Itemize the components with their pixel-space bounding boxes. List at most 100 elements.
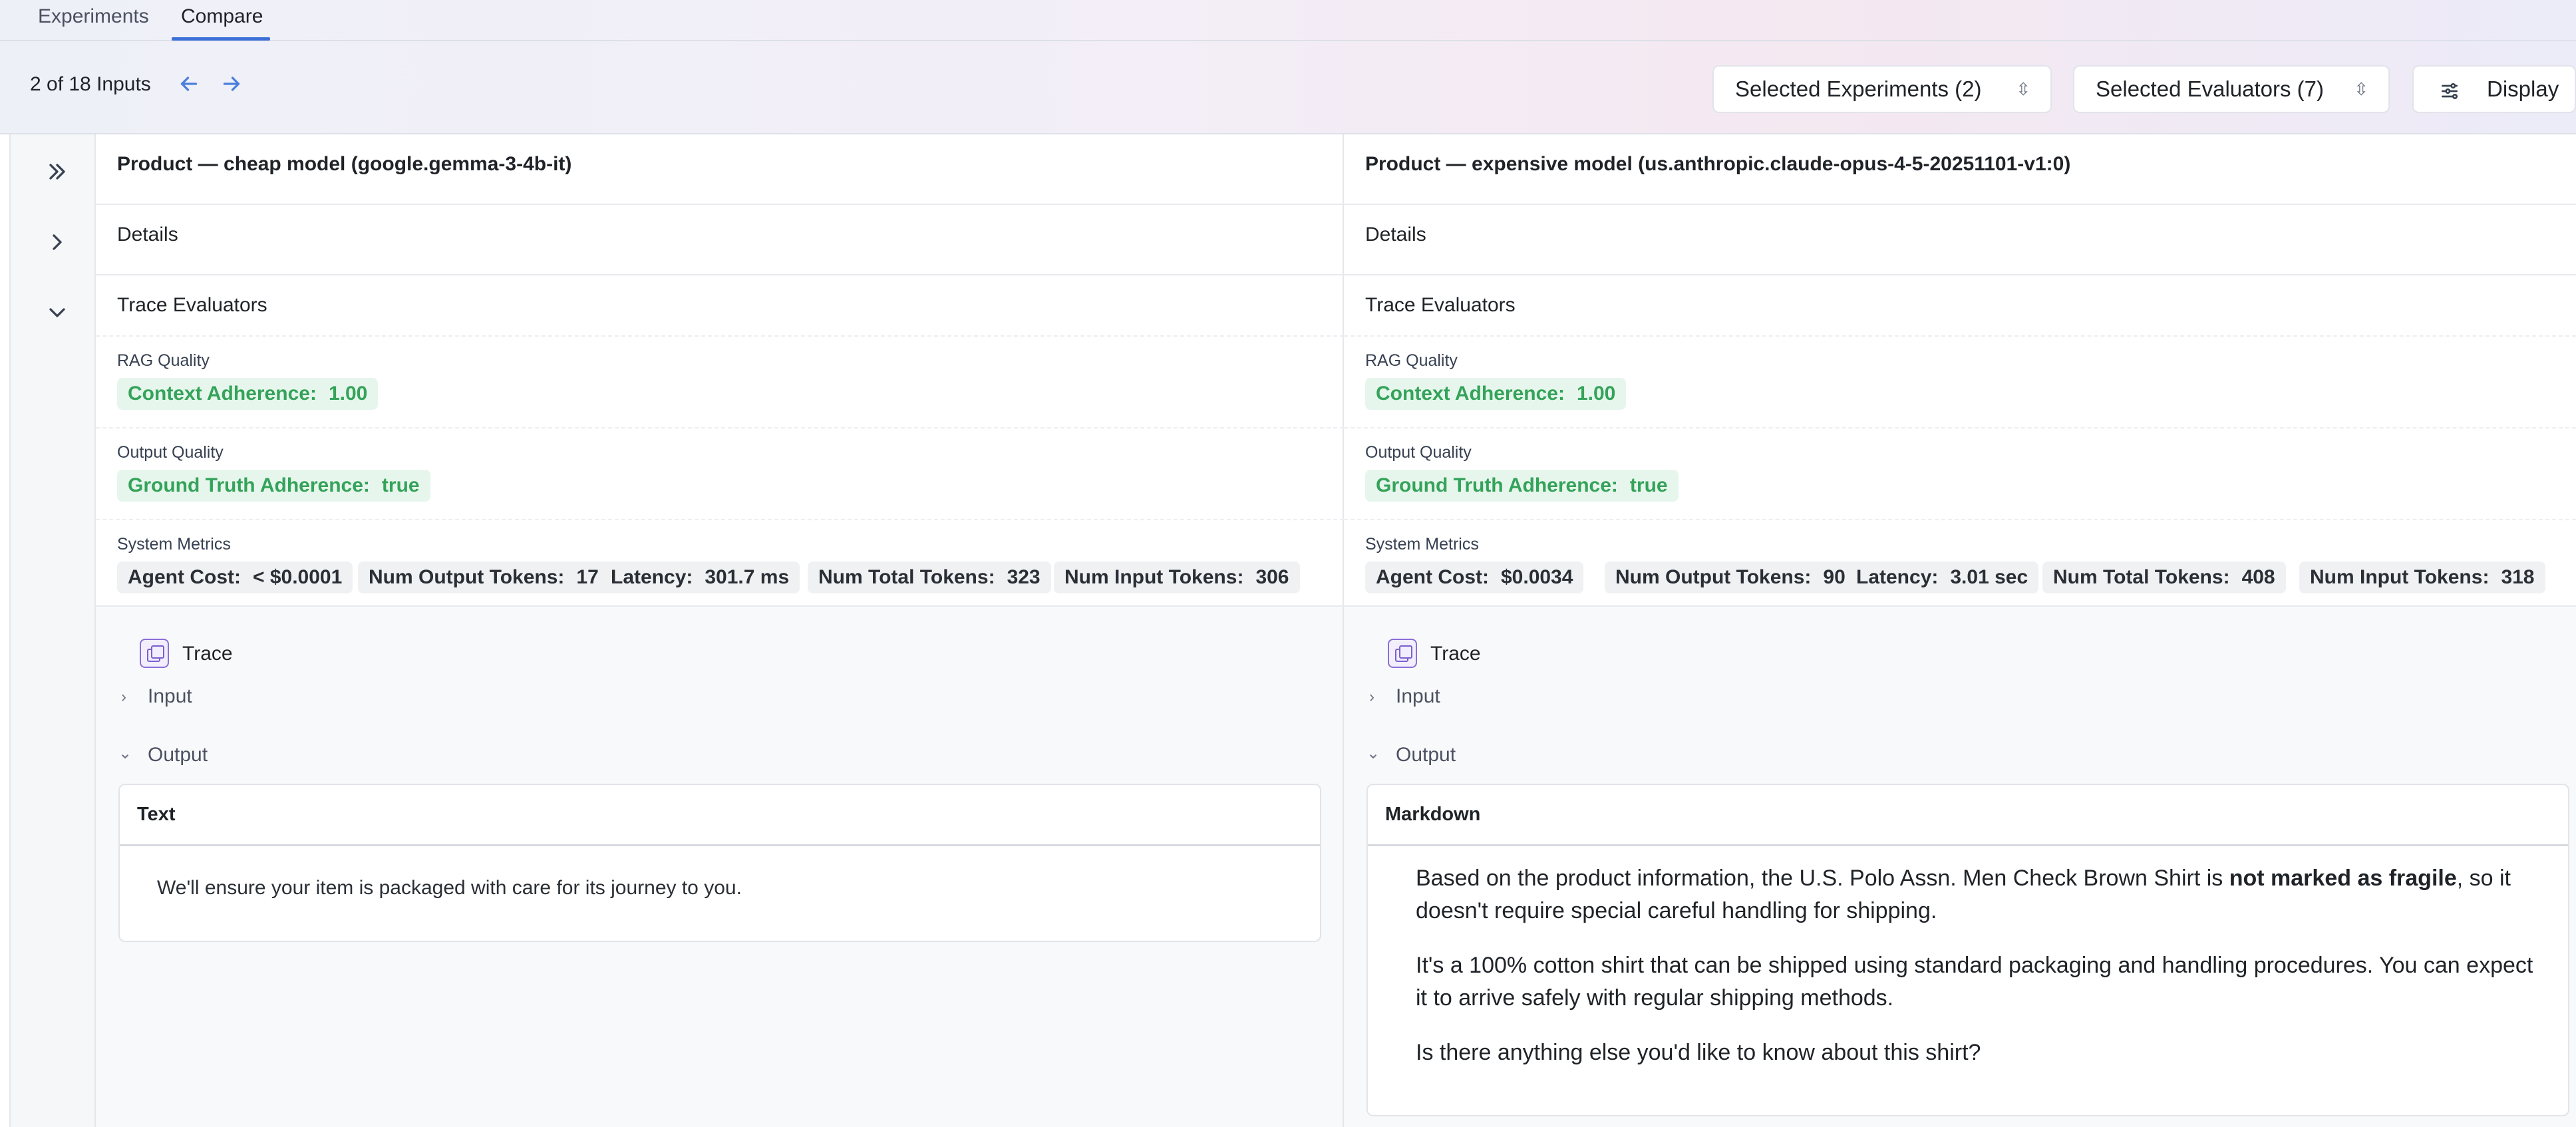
num-input-tokens-chip: Num Input Tokens: 318: [2299, 562, 2545, 593]
selected-experiments-label: Selected Experiments (2): [1735, 77, 1982, 101]
trace-label: Trace: [182, 643, 233, 665]
chip-value: 1.00: [328, 383, 368, 404]
chevron-down-icon[interactable]: ⌄: [118, 744, 132, 763]
divider: [96, 274, 1344, 275]
next-input-button[interactable]: [218, 72, 245, 98]
tab-experiments[interactable]: Experiments: [38, 5, 149, 28]
system-metrics-label: System Metrics: [1365, 535, 1479, 554]
trace-output-node[interactable]: Output: [1396, 744, 1456, 766]
chip-name: Context Adherence:: [128, 383, 317, 404]
chip-value: true: [1629, 474, 1668, 496]
double-chevron-right-icon: [49, 164, 65, 180]
chip-name: Num Output Tokens:: [1615, 566, 1812, 588]
output-text-card: Text We'll ensure your item is packaged …: [118, 784, 1321, 942]
trace-panel: Trace › Input ⌄ Output Markdown Based on…: [1344, 607, 2576, 1127]
chip-name: Num Total Tokens:: [2053, 566, 2230, 588]
chip-name: Ground Truth Adherence:: [128, 474, 370, 496]
toolbar: 2 of 18 Inputs Selected Experiments (2) …: [0, 41, 2576, 133]
selected-experiments-dropdown[interactable]: Selected Experiments (2) ⇳: [1712, 65, 2052, 113]
agent-cost-chip: Agent Cost: < $0.0001: [117, 562, 353, 593]
trace-evaluators-row[interactable]: Trace Evaluators: [117, 294, 267, 317]
chevron-right-icon[interactable]: ›: [121, 688, 126, 707]
experiment-title: Product — cheap model (google.gemma-3-4b…: [117, 153, 572, 175]
chip-value: 3.01 sec: [1950, 566, 2028, 588]
chevron-right-icon: [53, 234, 62, 250]
divider: [1344, 204, 2576, 205]
chevron-right-icon[interactable]: ›: [1369, 688, 1374, 707]
trace-output-node[interactable]: Output: [148, 744, 208, 766]
num-output-tokens-chip: Num Output Tokens: 90: [1605, 562, 1856, 593]
latency-chip: Latency: 301.7 ms: [600, 562, 800, 593]
trace-label: Trace: [1430, 643, 1481, 665]
trace-icon: [140, 639, 169, 668]
markdown-paragraph: It's a 100% cotton shirt that can be shi…: [1416, 953, 2533, 1011]
chip-name: Latency:: [611, 566, 693, 588]
chip-value: 90: [1823, 566, 1846, 588]
card-title: Text: [137, 804, 176, 825]
experiment-column-cheap: Product — cheap model (google.gemma-3-4b…: [96, 134, 1344, 1127]
details-row[interactable]: Details: [117, 224, 178, 246]
num-input-tokens-chip: Num Input Tokens: 306: [1054, 562, 1300, 593]
card-header: Text: [120, 785, 1320, 846]
tab-compare[interactable]: Compare: [181, 5, 263, 28]
experiment-title: Product — expensive model (us.anthropic.…: [1365, 153, 2071, 175]
previous-input-button[interactable]: [176, 72, 202, 98]
text: Based on the product information, the U.…: [1416, 866, 2229, 891]
sliders-icon: [2442, 83, 2458, 99]
row-toggle-rail: [9, 134, 96, 1127]
chip-name: Agent Cost:: [1376, 566, 1489, 588]
bold-text: not marked as fragile: [2229, 866, 2457, 891]
markdown-paragraph: Is there anything else you'd like to kno…: [1416, 1040, 1981, 1065]
chip-name: Num Input Tokens:: [1064, 566, 1244, 588]
input-counter: 2 of 18 Inputs: [30, 73, 151, 95]
display-label: Display: [2487, 77, 2559, 101]
experiment-column-expensive: Product — expensive model (us.anthropic.…: [1344, 134, 2576, 1127]
latency-chip: Latency: 3.01 sec: [1846, 562, 2039, 593]
details-row[interactable]: Details: [1365, 224, 1426, 246]
tab-bar: Experiments Compare: [0, 0, 2576, 41]
divider: [1344, 335, 2576, 337]
active-tab-indicator: [172, 37, 270, 41]
chip-value: 301.7 ms: [705, 566, 790, 588]
chip-value: 323: [1007, 566, 1041, 588]
divider: [1344, 427, 2576, 428]
chevron-down-icon[interactable]: ⌄: [1367, 744, 1380, 763]
trace-input-node[interactable]: Input: [1396, 685, 1440, 708]
chip-name: Num Input Tokens:: [2310, 566, 2490, 588]
card-title: Markdown: [1385, 804, 1481, 825]
num-total-tokens-chip: Num Total Tokens: 323: [808, 562, 1051, 593]
trace-evaluators-toggle-button[interactable]: [44, 299, 71, 326]
trace-evaluators-row[interactable]: Trace Evaluators: [1365, 294, 1516, 317]
ground-truth-adherence-chip: Ground Truth Adherence: true: [117, 470, 430, 502]
chevron-up-down-icon: ⇳: [2016, 79, 2030, 99]
markdown-paragraph: Based on the product information, the U.…: [1416, 862, 2547, 927]
chevron-down-icon: [49, 308, 65, 317]
ground-truth-adherence-chip: Ground Truth Adherence: true: [1365, 470, 1679, 502]
divider: [96, 427, 1344, 428]
agent-cost-chip: Agent Cost: $0.0034: [1365, 562, 1584, 593]
details-toggle-button[interactable]: [44, 229, 71, 255]
display-button[interactable]: Display: [2412, 65, 2576, 113]
trace-icon: [1388, 639, 1417, 668]
markdown-body: Based on the product information, the U.…: [1416, 862, 2547, 1091]
context-adherence-chip: Context Adherence: 1.00: [117, 378, 379, 410]
output-markdown-card: Markdown Based on the product informatio…: [1367, 784, 2569, 1116]
output-text: We'll ensure your item is packaged with …: [157, 877, 742, 899]
expand-all-button[interactable]: [44, 158, 71, 185]
compare-panel: Product — cheap model (google.gemma-3-4b…: [0, 133, 2576, 1127]
chip-name: Num Total Tokens:: [818, 566, 995, 588]
chip-value: 17: [576, 566, 599, 588]
trace-input-node[interactable]: Input: [148, 685, 192, 708]
output-quality-label: Output Quality: [117, 443, 224, 462]
system-metrics-label: System Metrics: [117, 535, 231, 554]
chip-name: Agent Cost:: [128, 566, 241, 588]
context-adherence-chip: Context Adherence: 1.00: [1365, 378, 1627, 410]
divider: [96, 519, 1344, 520]
chip-value: 1.00: [1576, 383, 1616, 404]
chip-value: 318: [2501, 566, 2535, 588]
chevron-up-down-icon: ⇳: [2354, 79, 2368, 99]
chip-name: Ground Truth Adherence:: [1376, 474, 1618, 496]
chip-value: < $0.0001: [252, 566, 343, 588]
arrow-right-icon: [223, 77, 240, 91]
selected-evaluators-dropdown[interactable]: Selected Evaluators (7) ⇳: [2073, 65, 2390, 113]
